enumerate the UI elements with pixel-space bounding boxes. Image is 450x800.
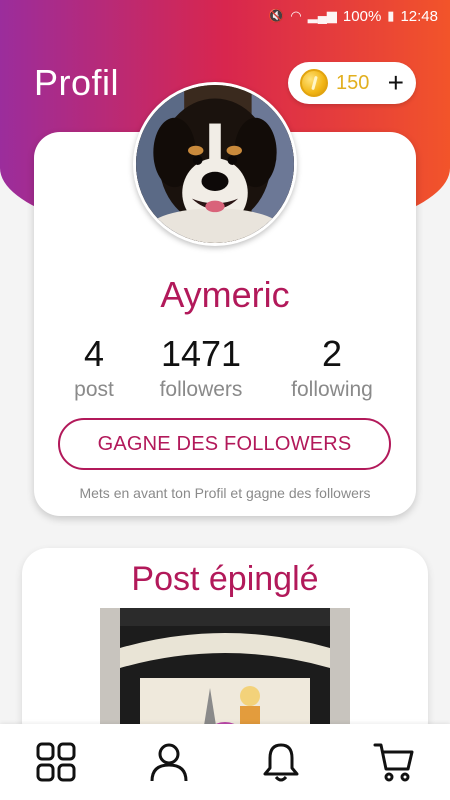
cart-icon [373, 743, 414, 782]
coins-balance[interactable]: 150 + [288, 62, 416, 104]
coin-count: 150 [336, 71, 370, 94]
pinned-post-title: Post épinglé [131, 560, 319, 598]
avatar[interactable] [133, 82, 297, 246]
add-coins-button[interactable]: + [388, 69, 404, 97]
nav-shop[interactable] [364, 732, 424, 792]
bottom-nav [0, 724, 450, 800]
promo-hint: Mets en avant ton Profil et gagne des fo… [79, 485, 371, 501]
user-icon [150, 743, 188, 782]
signal-icon: ▂▄▆ [307, 8, 337, 23]
stat-followers[interactable]: 1471 followers [146, 334, 256, 402]
page-title: Profil [34, 62, 120, 103]
gain-followers-button[interactable]: GAGNE DES FOLLOWERS [58, 418, 391, 470]
stat-label: followers [159, 378, 243, 401]
stat-following[interactable]: 2 following [272, 334, 392, 402]
stat-label: post [74, 378, 114, 401]
wifi-icon: ◠ [290, 8, 302, 23]
stat-value: 2 [321, 333, 343, 374]
profile-stats: 4 post 1471 followers 2 following [34, 334, 416, 414]
profile-name: Aymeric [160, 274, 290, 315]
stat-value: 4 [83, 333, 105, 374]
nav-home[interactable] [26, 732, 86, 792]
nav-notifications[interactable] [251, 732, 311, 792]
battery-icon: ▮ [387, 8, 395, 23]
mute-icon: 🔇 [268, 8, 285, 23]
grid-icon [36, 742, 76, 782]
avatar-image [136, 85, 294, 243]
pinned-post-card[interactable]: Post épinglé [22, 548, 428, 748]
coin-icon [300, 69, 328, 97]
battery-level: 100% [342, 7, 382, 25]
bell-icon [263, 743, 299, 782]
clock: 12:48 [400, 7, 438, 25]
stat-posts[interactable]: 4 post [54, 334, 134, 402]
status-bar: 🔇 ◠ ▂▄▆ 100% ▮ 12:48 [0, 0, 450, 32]
stat-label: following [291, 378, 373, 401]
stat-value: 1471 [160, 333, 242, 374]
nav-profile[interactable] [139, 732, 199, 792]
